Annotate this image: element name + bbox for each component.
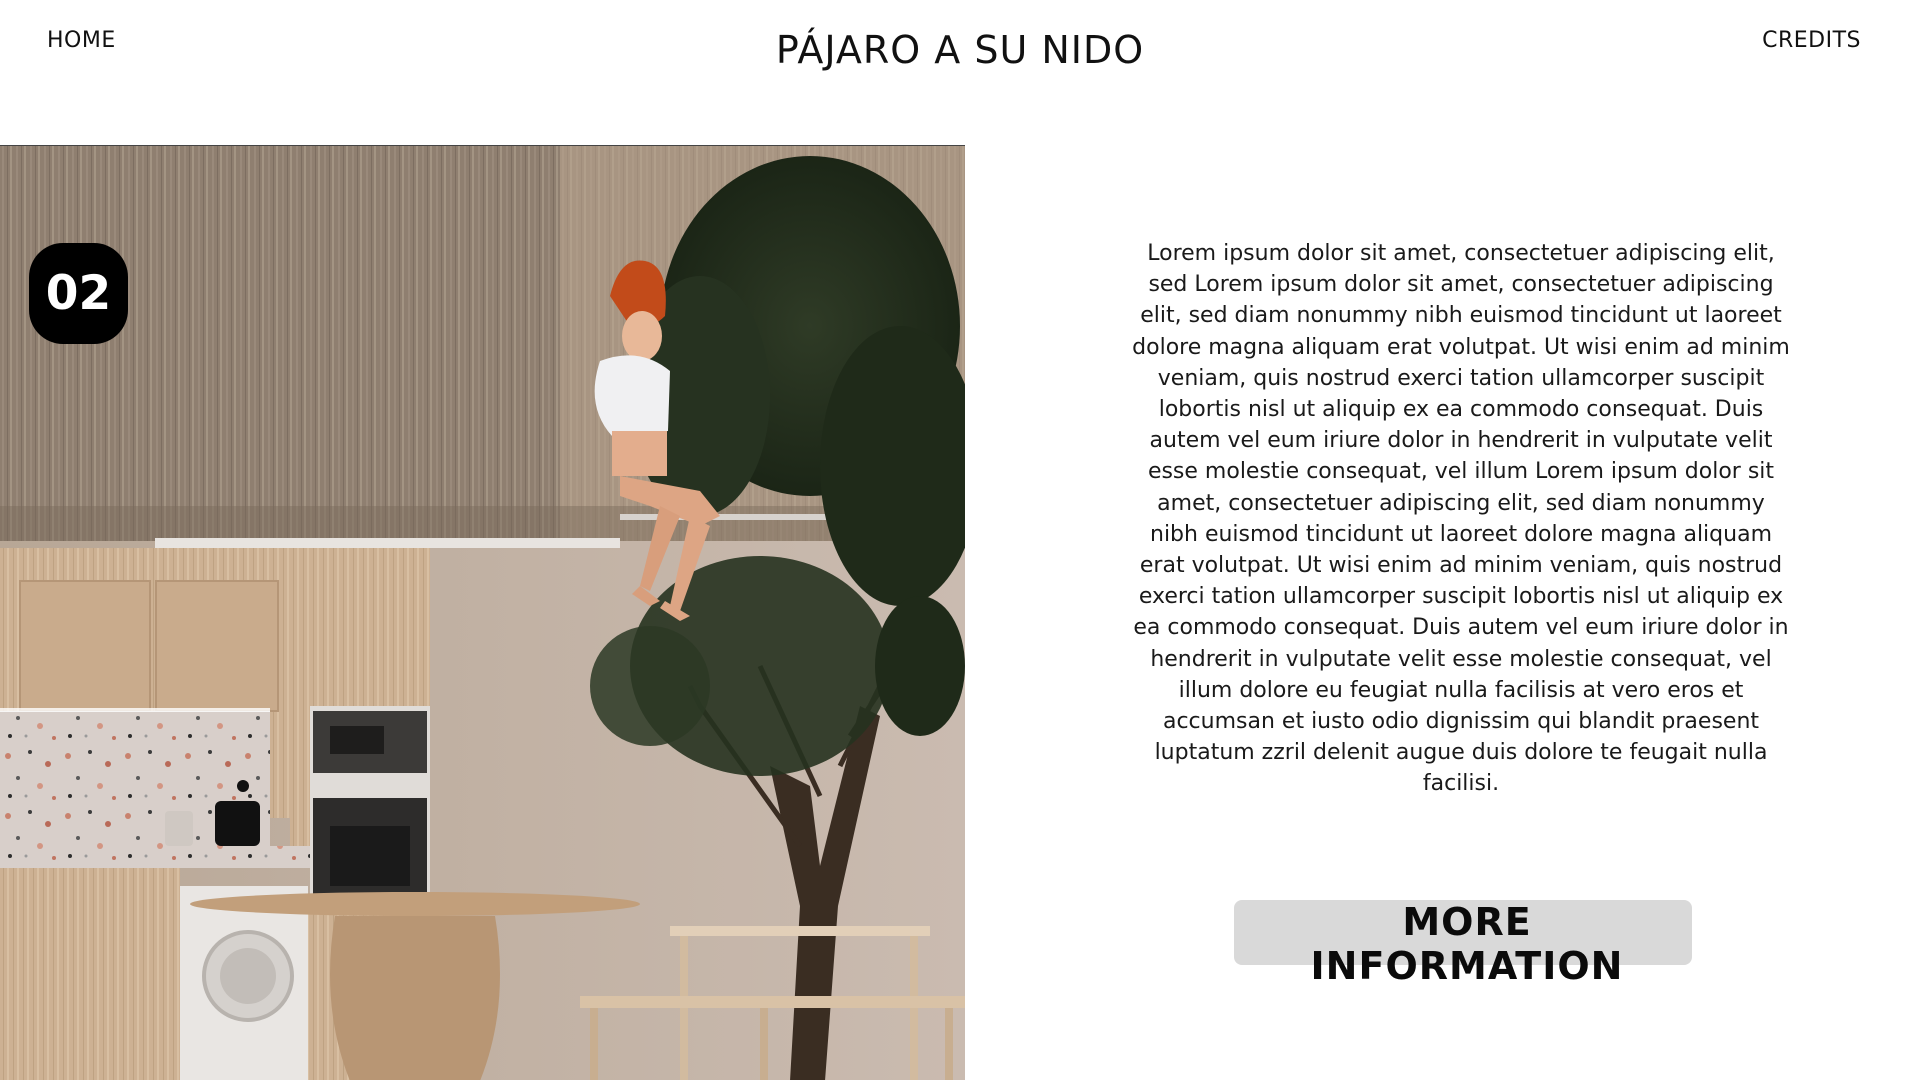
hero-image: 02 xyxy=(0,145,965,1080)
nav-credits-link[interactable]: CREDITS xyxy=(1762,28,1861,53)
page: HOME PÁJARO A SU NIDO CREDITS 02 Lorem i… xyxy=(0,0,1920,1080)
step-number-badge: 02 xyxy=(29,243,128,344)
kitchen-scene-illustration xyxy=(0,146,965,1080)
description-paragraph: Lorem ipsum dolor sit amet, consectetuer… xyxy=(1132,241,1790,797)
site-title: PÁJARO A SU NIDO xyxy=(775,28,1145,72)
more-information-button[interactable]: MORE INFORMATION xyxy=(1234,900,1692,988)
